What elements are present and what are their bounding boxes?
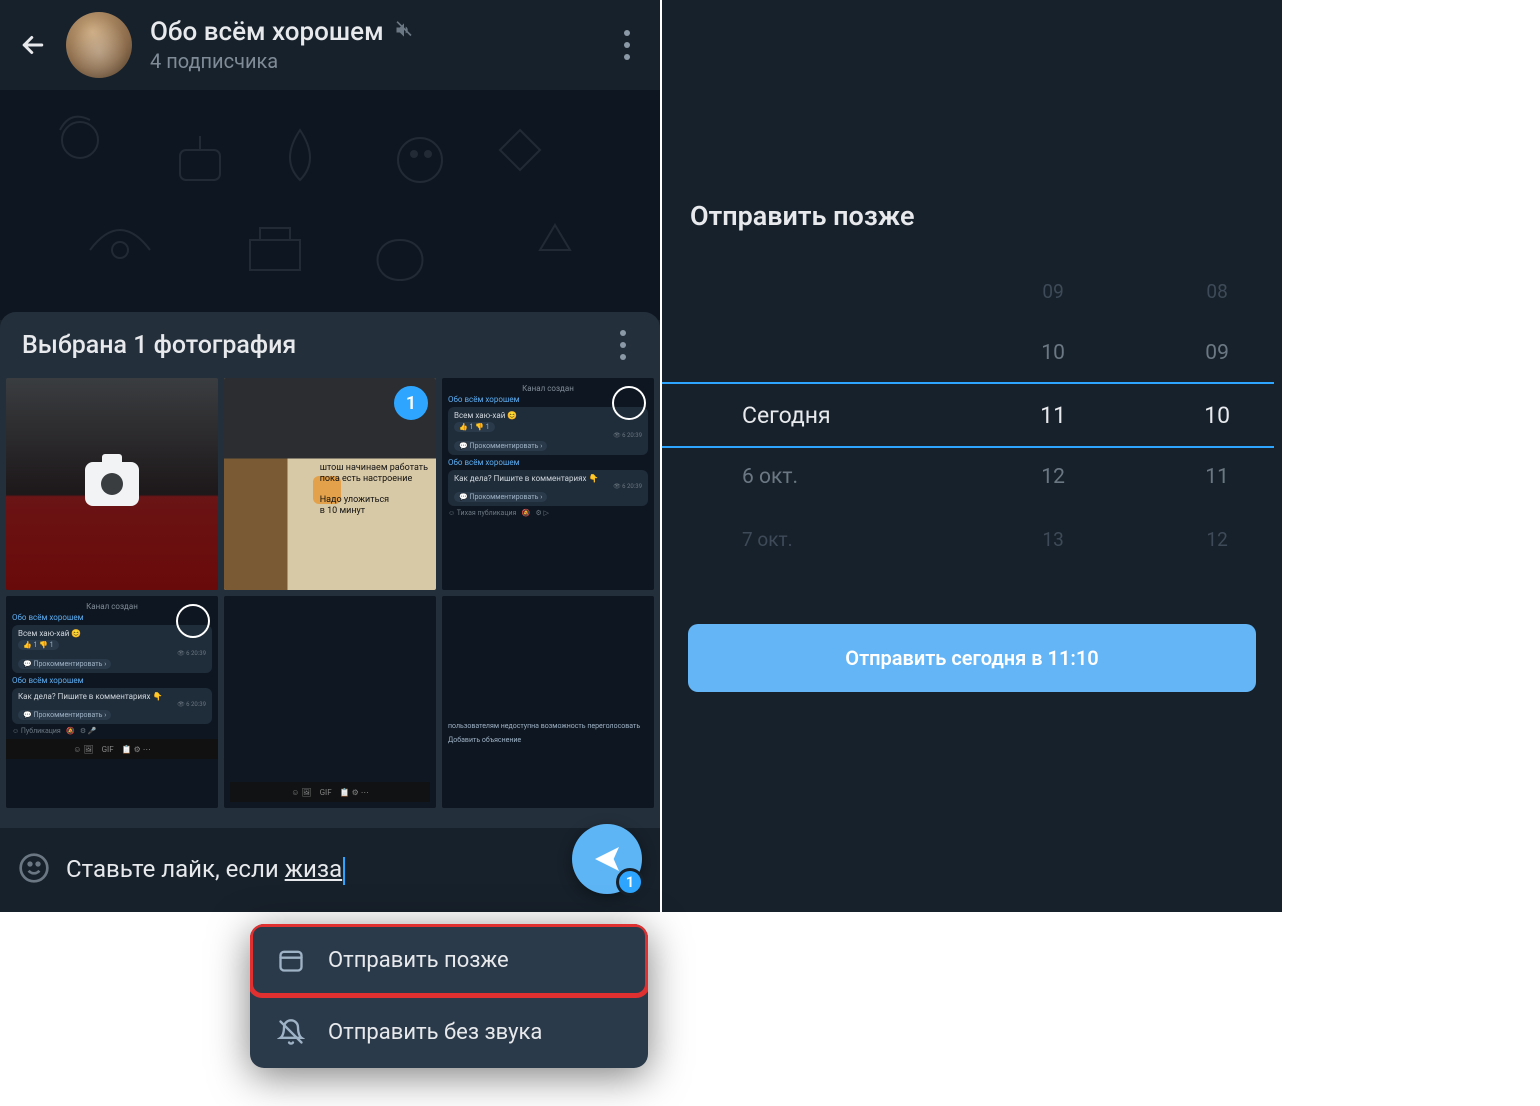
- thumb-text: Всем хаю-хай 😊: [454, 411, 642, 420]
- gallery-thumb[interactable]: пользователям недоступна возможность пер…: [442, 596, 654, 808]
- thumb-text: Прокомментировать: [469, 442, 538, 450]
- thumb-text: Тихая публикация: [457, 509, 517, 517]
- thumb-text: Обо всём хорошем: [448, 458, 648, 467]
- bell-off-icon: [276, 1018, 306, 1046]
- wheel-value-selected: 10: [1204, 390, 1230, 440]
- header-menu-button[interactable]: [612, 30, 642, 60]
- thumb-text: Добавить объяснение: [448, 736, 648, 744]
- selection-badge[interactable]: 1: [394, 386, 428, 420]
- thumb-text: Обо всём хорошем: [12, 676, 212, 685]
- thumb-text: 👁 6 20:39: [454, 432, 642, 439]
- text-caret: [343, 857, 345, 885]
- thumb-text: 👁 6 20:39: [18, 650, 206, 657]
- gallery-thumb[interactable]: штош начинаем работать пока есть настрое…: [224, 378, 436, 590]
- send-options-menu: Отправить позже Отправить без звука: [250, 924, 648, 1068]
- menu-item-silent[interactable]: Отправить без звука: [250, 996, 648, 1068]
- caption-text-underlined: жиза: [285, 855, 342, 883]
- chat-title: Обо всём хорошем: [150, 17, 384, 47]
- avatar[interactable]: [66, 12, 132, 78]
- thumb-text: 👁 6 20:39: [18, 701, 206, 708]
- thumb-text: Прокомментировать: [33, 711, 102, 719]
- canvas-fill: [1282, 0, 1540, 912]
- schedule-dialog: Отправить позже Сегодня 6 окт. 7 окт. 09…: [662, 0, 1282, 912]
- calendar-icon: [276, 946, 306, 974]
- thumb-text: пока есть настроение: [320, 474, 413, 484]
- kebab-icon: [620, 342, 626, 348]
- wheel-value: 08: [1206, 266, 1227, 316]
- menu-item-label: Отправить позже: [328, 948, 509, 973]
- thumb-text: 👍 1 👎 1: [454, 422, 495, 432]
- muted-icon: [394, 20, 414, 44]
- sheet-title: Выбрана 1 фотография: [22, 331, 608, 360]
- thumb-text: GIF: [102, 745, 114, 754]
- wheel-value: 12: [1041, 452, 1065, 502]
- wheel-value: 09: [1205, 328, 1229, 378]
- datetime-picker[interactable]: Сегодня 6 окт. 7 окт. 09 10 11 12 13 08 …: [662, 278, 1282, 552]
- wheel-value: 6 окт.: [742, 452, 902, 502]
- chat-background: [0, 90, 660, 320]
- attachment-sheet: Выбрана 1 фотография штош начинаем работ…: [0, 312, 660, 912]
- gallery-thumb[interactable]: Канал создан Обо всём хорошем Всем хаю-х…: [442, 378, 654, 590]
- date-wheel[interactable]: Сегодня 6 окт. 7 окт.: [742, 266, 902, 564]
- wheel-value: [742, 328, 902, 378]
- thumb-text: GIF: [320, 788, 332, 797]
- gallery-thumb[interactable]: Канал создан Обо всём хорошем Всем хаю-х…: [6, 596, 218, 808]
- thumb-text: Прокомментировать: [33, 660, 102, 668]
- kebab-icon: [624, 42, 630, 48]
- chat-title-block[interactable]: Обо всём хорошем 4 подписчика: [150, 17, 594, 73]
- wheel-value: [742, 266, 902, 316]
- confirm-schedule-button[interactable]: Отправить сегодня в 11:10: [688, 624, 1256, 692]
- menu-item-label: Отправить без звука: [328, 1020, 542, 1045]
- selection-circle[interactable]: [612, 386, 646, 420]
- thumb-text: Как дела? Пишите в комментариях 👇: [454, 474, 642, 483]
- thumb-text: Прокомментировать: [469, 493, 538, 501]
- thumb-text: 👍 1 👎 1: [18, 640, 59, 650]
- sheet-header: Выбрана 1 фотография: [0, 312, 660, 378]
- thumb-text: Надо уложиться: [320, 495, 389, 505]
- chat-header: Обо всём хорошем 4 подписчика: [0, 0, 660, 90]
- minute-wheel[interactable]: 08 09 10 11 12: [1204, 266, 1230, 564]
- caption-input[interactable]: Ставьте лайк, если жиза: [66, 855, 642, 885]
- photo-gallery: штош начинаем работать пока есть настрое…: [0, 378, 660, 808]
- doodle-pattern: [0, 90, 660, 320]
- caption-text: Ставьте лайк, если: [66, 855, 285, 883]
- camera-icon: [85, 462, 139, 506]
- wheel-value: 09: [1042, 266, 1063, 316]
- wheel-value: 7 окт.: [742, 514, 902, 564]
- chat-subtitle: 4 подписчика: [150, 49, 594, 73]
- thumb-text: Публикация: [21, 727, 61, 735]
- wheel-value: 12: [1206, 514, 1227, 564]
- selection-circle[interactable]: [176, 604, 210, 638]
- send-count-badge: 1: [616, 868, 644, 896]
- menu-item-schedule[interactable]: Отправить позже: [250, 924, 648, 996]
- send-button[interactable]: 1: [572, 824, 642, 894]
- wheel-value: 10: [1041, 328, 1065, 378]
- wheel-value-selected: 11: [1040, 390, 1066, 440]
- gallery-thumb[interactable]: ☺ 🖼 GIF 📋 ⚙ ⋯: [224, 596, 436, 808]
- wheel-value: 13: [1042, 514, 1063, 564]
- thumb-text: Как дела? Пишите в комментариях 👇: [18, 692, 206, 701]
- back-button[interactable]: [18, 30, 48, 60]
- canvas-fill: [0, 912, 1540, 1106]
- thumb-text: штош начинаем работать: [320, 463, 428, 473]
- hour-wheel[interactable]: 09 10 11 12 13: [1040, 266, 1066, 564]
- sheet-menu-button[interactable]: [608, 330, 638, 360]
- thumb-text: 👁 6 20:39: [454, 483, 642, 490]
- thumb-text: пользователям недоступна возможность пер…: [448, 722, 648, 730]
- chat-screen: Обо всём хорошем 4 подписчика: [0, 0, 660, 912]
- emoji-button[interactable]: [18, 852, 50, 888]
- wheel-value: 11: [1205, 452, 1229, 502]
- camera-tile[interactable]: [6, 378, 218, 590]
- thumb-text: Всем хаю-хай 😊: [18, 629, 206, 638]
- composer: Ставьте лайк, если жиза 1: [0, 828, 660, 912]
- wheel-value-selected: Сегодня: [742, 390, 902, 440]
- thumb-text: в 10 минут: [320, 506, 365, 516]
